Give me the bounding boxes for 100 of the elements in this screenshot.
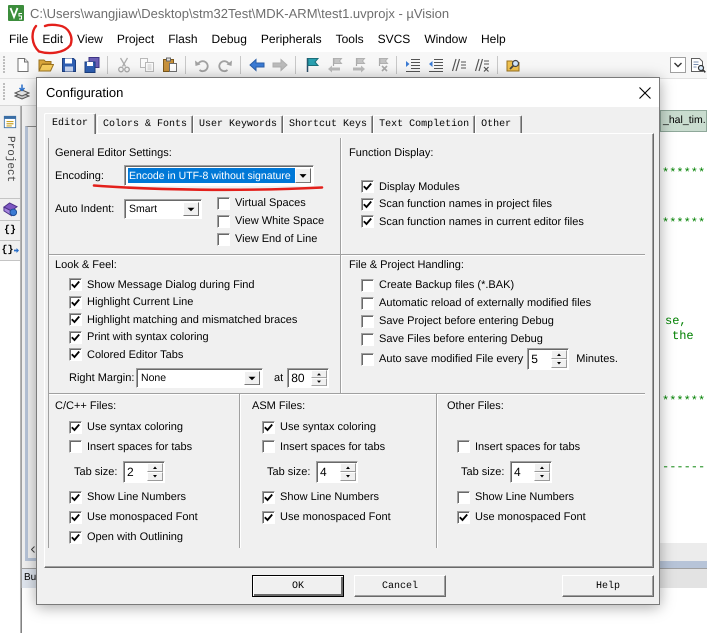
checkbox[interactable] [217, 232, 230, 246]
section-heading: Other Files: [447, 399, 504, 413]
number-field[interactable]: 4 [316, 461, 358, 483]
checkbox[interactable] [69, 313, 82, 326]
floppy-disks-icon[interactable] [84, 57, 100, 73]
checkbox[interactable] [361, 332, 374, 346]
dialog-button[interactable]: Cancel [354, 575, 446, 597]
indent-icon[interactable] [404, 57, 420, 73]
menu-item[interactable]: Window [417, 29, 474, 49]
option-label: Virtual Spaces [235, 197, 306, 209]
caret-icon[interactable] [183, 202, 199, 216]
checkbox[interactable] [217, 214, 230, 228]
spinner-arrows-icon[interactable] [340, 463, 356, 481]
menu-item[interactable]: Debug [204, 29, 254, 49]
checkbox[interactable] [217, 196, 230, 210]
checkbox[interactable] [457, 440, 470, 454]
checkbox[interactable] [69, 440, 82, 454]
folder-search-icon[interactable] [506, 57, 522, 73]
checkbox[interactable] [262, 440, 275, 454]
field-label: at [274, 372, 284, 384]
number-field[interactable]: 80 [287, 368, 330, 388]
folder-icon[interactable] [38, 57, 54, 73]
outdent-icon[interactable] [428, 57, 444, 73]
field-label: Right Margin: [69, 372, 136, 384]
menu-item[interactable]: View [70, 29, 110, 49]
checkbox[interactable] [262, 420, 275, 434]
sidebar-tab[interactable]: Project [0, 106, 20, 200]
option-label: Highlight matching and mismatched braces [87, 314, 298, 326]
dropdown[interactable]: Smart [124, 199, 202, 219]
right-arrow-icon [14, 248, 18, 254]
menu-item[interactable]: Tools [328, 29, 371, 49]
checkbox[interactable] [69, 330, 82, 344]
number-field[interactable]: 4 [510, 461, 552, 483]
sidebar-tab[interactable]: {} [0, 221, 20, 242]
horizontal-scrollbar[interactable] [660, 543, 707, 568]
spinner-arrows-icon[interactable] [311, 370, 328, 386]
tab[interactable]: Editor [44, 113, 96, 134]
menu-item[interactable]: Project [110, 29, 162, 49]
menu-item[interactable]: Flash [161, 29, 205, 49]
dropdown[interactable]: Encode in UTF-8 without signature [124, 165, 314, 186]
sidebar-tab[interactable] [0, 199, 20, 222]
close-icon[interactable] [639, 86, 651, 98]
checkbox[interactable] [457, 490, 470, 504]
checkbox[interactable] [361, 180, 374, 194]
checkbox[interactable] [69, 420, 82, 434]
checkbox[interactable] [69, 530, 82, 544]
tab[interactable]: Shortcut Keys [283, 115, 374, 133]
caret-icon[interactable] [295, 168, 311, 183]
checkbox[interactable] [69, 510, 82, 524]
checkmark-icon [71, 532, 80, 542]
caret-icon[interactable] [244, 371, 260, 385]
dropdown[interactable]: None [136, 368, 263, 388]
option-label: Scan function names in project files [379, 198, 552, 210]
checkmark-icon [459, 512, 468, 522]
checkbox[interactable] [361, 314, 374, 328]
checkbox[interactable] [361, 296, 374, 310]
checkbox[interactable] [262, 490, 275, 504]
checkbox[interactable] [262, 510, 275, 524]
comment-lines-icon[interactable] [450, 57, 466, 73]
checkbox[interactable] [69, 348, 82, 362]
document-search-icon[interactable] [690, 57, 706, 73]
checkbox[interactable] [69, 278, 82, 292]
uncomment-lines-icon[interactable] [474, 57, 490, 73]
section-heading: C/C++ Files: [55, 399, 116, 413]
menu-item[interactable]: Edit [35, 29, 70, 49]
spinner-arrows-icon[interactable] [551, 350, 568, 368]
tab[interactable]: User Keywords [193, 115, 284, 133]
panel-header [660, 568, 707, 588]
menu-item[interactable]: Peripherals [254, 29, 329, 49]
dialog-button[interactable]: Help [562, 575, 654, 597]
sidebar-tab[interactable]: {} [0, 241, 20, 262]
spinner-arrows-icon[interactable] [534, 463, 550, 481]
menu-item[interactable]: Help [474, 29, 513, 49]
tab[interactable]: Text Completion [373, 115, 476, 133]
dialog-button[interactable]: OK [252, 575, 344, 597]
option-label: Scan function names in current editor files [379, 216, 584, 228]
blank-page-icon[interactable] [14, 57, 30, 73]
option-label: Show Line Numbers [475, 491, 574, 503]
menu-item[interactable]: File [2, 29, 36, 49]
number-field[interactable]: 2 [123, 461, 165, 483]
clipboard-icon[interactable] [162, 57, 178, 73]
checkbox[interactable] [361, 352, 374, 366]
code-line: ****** [662, 216, 706, 231]
field-label: Encoding: [55, 170, 105, 182]
left-arrow-icon[interactable] [248, 57, 264, 73]
menu-item[interactable]: SVCS [370, 29, 418, 49]
checkbox[interactable] [361, 198, 374, 211]
spinner-arrows-icon[interactable] [147, 463, 163, 481]
panel-tab[interactable]: Bu [21, 568, 36, 588]
tab[interactable]: Other [475, 115, 522, 133]
option-label: View End of Line [235, 233, 318, 245]
checkbox[interactable] [457, 510, 470, 524]
checkbox[interactable] [69, 296, 82, 309]
file-tab[interactable]: _hal_tim. [660, 110, 707, 131]
tab[interactable]: Colors & Fonts [97, 115, 194, 133]
checkbox[interactable] [361, 215, 374, 228]
checkbox[interactable] [69, 490, 82, 504]
layers-arrow-icon[interactable] [14, 84, 30, 100]
number-field[interactable]: 5 [527, 348, 570, 370]
checkbox[interactable] [361, 278, 374, 292]
